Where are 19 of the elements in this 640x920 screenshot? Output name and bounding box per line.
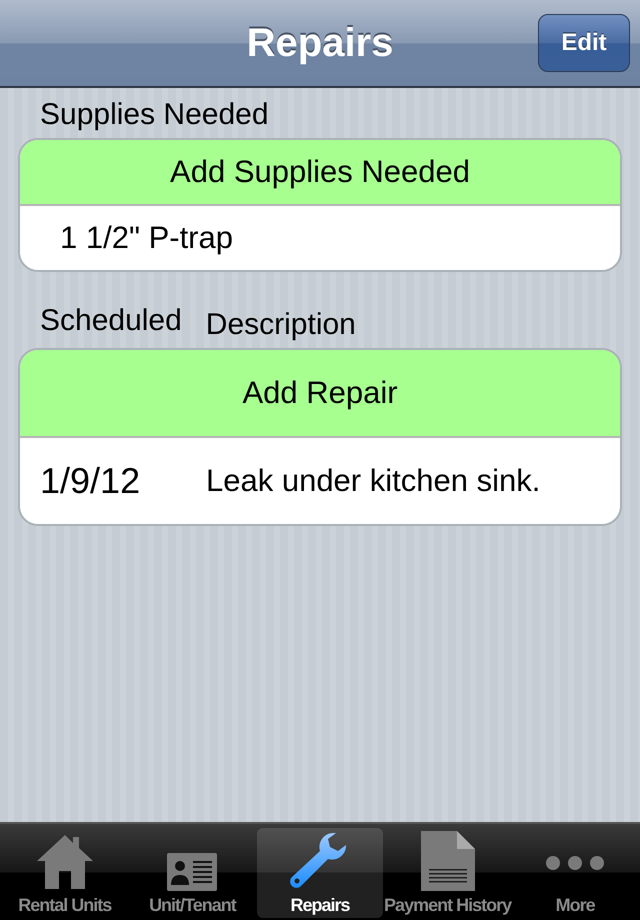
tab-item[interactable]: Rental Units xyxy=(2,828,128,918)
column-header: Description xyxy=(206,308,356,342)
supply-item[interactable]: 1 1/2" P-trap xyxy=(20,206,620,270)
repair-date: 1/9/12 xyxy=(39,460,142,502)
document-icon xyxy=(420,831,475,891)
tab-item[interactable]: Unit/Tenant xyxy=(130,828,256,918)
add-supplies-button[interactable]: Add Supplies Needed xyxy=(20,140,620,206)
tab-item[interactable]: Payment History xyxy=(384,828,510,918)
repair-description: Leak under kitchen sink. xyxy=(206,463,540,499)
more-icon xyxy=(545,855,606,871)
edit-button[interactable]: Edit xyxy=(538,14,630,72)
tab-item[interactable]: Repairs xyxy=(257,828,383,918)
house-icon xyxy=(34,833,95,891)
page-title: Repairs xyxy=(246,20,394,66)
id-card-icon xyxy=(167,853,218,891)
add-repair-button[interactable]: Add Repair xyxy=(20,350,620,438)
tab-item[interactable]: More xyxy=(512,828,638,918)
section-header: Supplies Needed xyxy=(40,98,269,132)
column-header: Scheduled xyxy=(40,304,182,339)
